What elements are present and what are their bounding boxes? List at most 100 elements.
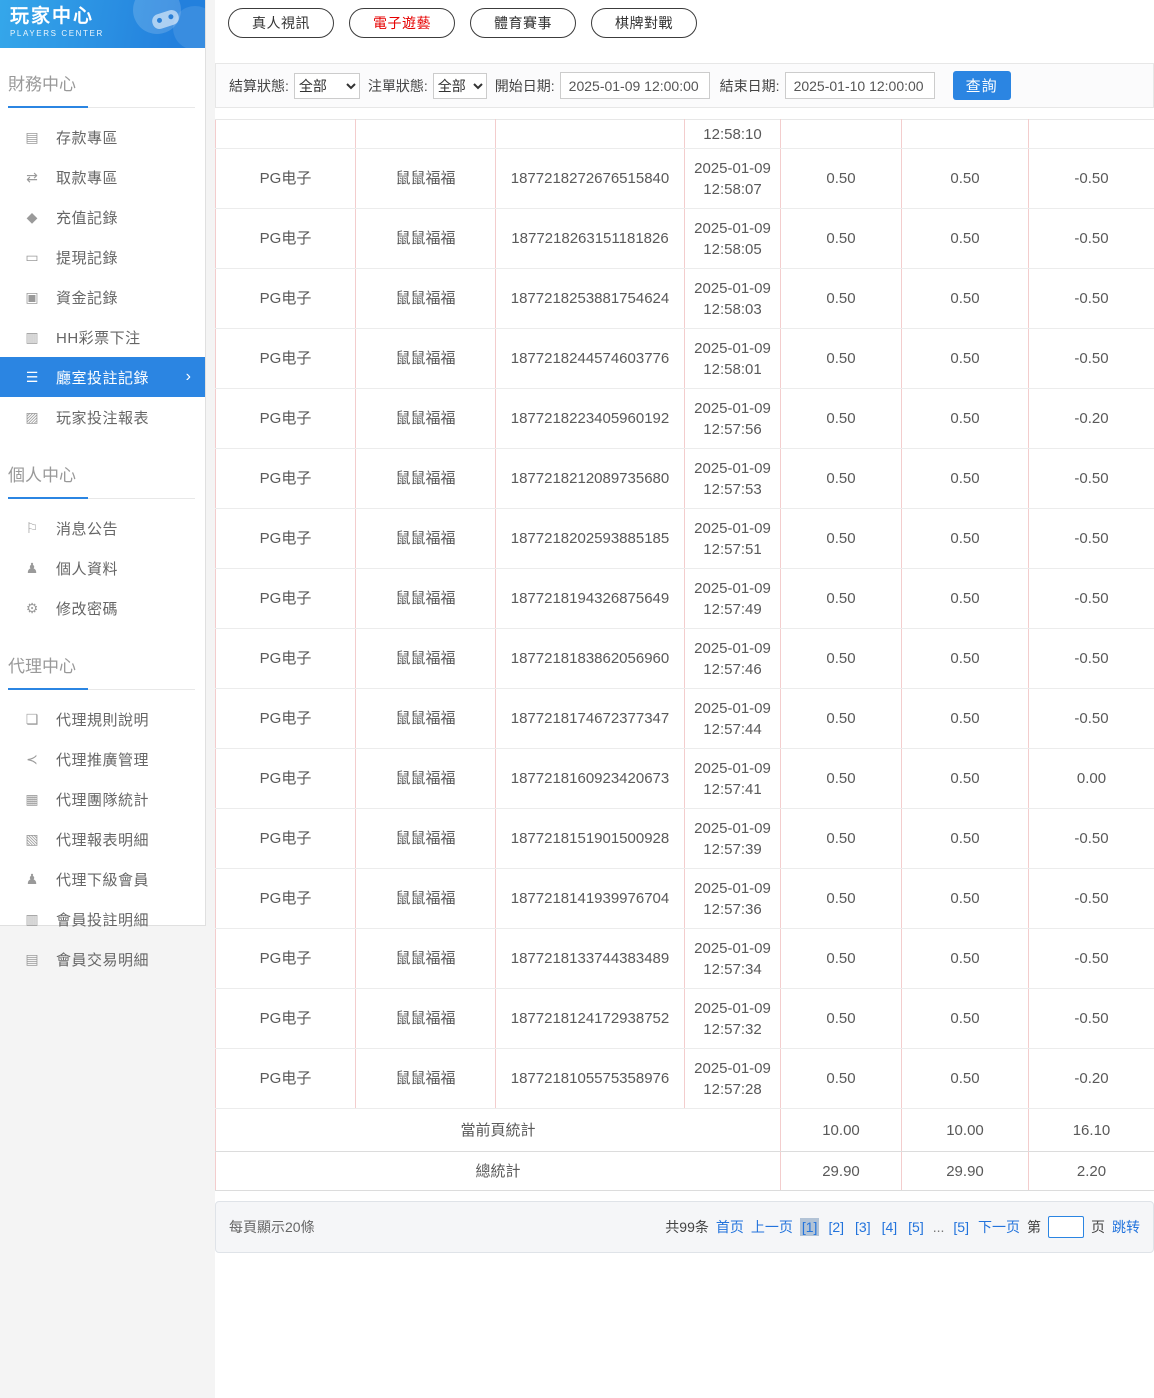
sidebar-item[interactable]: ☰ 廳室投註記錄 › [0, 357, 205, 397]
total-summary-row: 總統計 29.90 29.90 2.20 [215, 1151, 1154, 1191]
cell-bet-time: 2025-01-09 12:57:51 [684, 508, 781, 569]
page-summary-row: 當前頁統計 10.00 10.00 16.10 [215, 1108, 1154, 1152]
page-jump-input[interactable] [1048, 1216, 1084, 1238]
table-row: PG电子 鼠鼠福福 1877218212089735680 2025-01-09… [215, 448, 1154, 509]
page-link-2[interactable]: [2] [826, 1218, 846, 1236]
cell-bet-time: 2025-01-09 12:57:36 [684, 868, 781, 929]
cell-bet-amount: 0.50 [780, 808, 902, 869]
cell-valid-bet: 0.50 [901, 928, 1029, 989]
tab-sports-events[interactable]: 體育賽事 [470, 8, 576, 38]
page-link-1[interactable]: [1] [799, 1218, 820, 1236]
sidebar-item[interactable]: ⚐ 消息公告 [0, 508, 205, 548]
sidebar-item[interactable]: ▥ HH彩票下注 [0, 317, 205, 357]
sidebar-item-icon: ♟ [25, 870, 39, 887]
settle-status-select[interactable]: 全部 [293, 72, 360, 99]
sidebar-item-label: 充值記錄 [56, 209, 119, 227]
cell-game-name: 鼠鼠福福 [355, 508, 496, 569]
table-row: PG电子 鼠鼠福福 1877218194326875649 2025-01-09… [215, 568, 1154, 629]
sidebar-item-icon: ▦ [25, 790, 39, 807]
cell-order-number: 1877218202593885185 [495, 508, 685, 569]
table-row: PG电子 鼠鼠福福 1877218133744383489 2025-01-09… [215, 928, 1154, 989]
next-page-link[interactable]: 下一页 [978, 1217, 1020, 1237]
end-date-label: 結束日期: [719, 77, 780, 94]
app-logo: 玩家中心 PLAYERS CENTER [0, 0, 205, 48]
sidebar-item-icon: ❏ [25, 710, 39, 727]
sidebar-item-label: 代理報表明細 [56, 831, 150, 849]
sidebar-item-label: 個人資料 [56, 560, 119, 578]
cell-order-number: 1877218151901500928 [495, 808, 685, 869]
end-date-input[interactable] [784, 72, 935, 99]
per-page-label: 每頁顯示20條 [229, 1219, 315, 1235]
cell-platform: PG电子 [215, 1048, 356, 1109]
sidebar-item[interactable]: ♟ 代理下級會員 [0, 859, 205, 899]
sidebar-item[interactable]: ▥ 會員投註明細 [0, 899, 205, 939]
cell-valid-bet: 0.50 [901, 1048, 1029, 1109]
sidebar-item[interactable]: ▧ 代理報表明細 [0, 819, 205, 859]
cell-profit: -0.50 [1028, 928, 1154, 989]
page-link-4[interactable]: [4] [880, 1218, 900, 1236]
cell-bet-time: 2025-01-09 12:57:34 [684, 928, 781, 989]
sidebar-item[interactable]: ▤ 存款專區 [0, 117, 205, 157]
page-link-5[interactable]: [5] [906, 1218, 926, 1236]
page-link-last[interactable]: [5] [951, 1218, 971, 1236]
cell-bet-amount: 0.50 [780, 328, 902, 389]
sidebar-item-label: 修改密碼 [56, 600, 119, 618]
cell-profit: -0.50 [1028, 568, 1154, 629]
table-row: PG电子 鼠鼠福福 1877218105575358976 2025-01-09… [215, 1048, 1154, 1109]
cell-game-name: 鼠鼠福福 [355, 268, 496, 329]
tab-electronic-games[interactable]: 電子遊藝 [349, 8, 455, 38]
sidebar-item-label: 資金記錄 [56, 289, 119, 307]
sidebar-item-label: HH彩票下注 [56, 329, 141, 347]
cell-bet-amount: 0.50 [780, 688, 902, 749]
cell-valid-bet: 0.50 [901, 868, 1029, 929]
sidebar-item[interactable]: ▣ 資金記錄 [0, 277, 205, 317]
cell-bet-time: 2025-01-09 12:57:44 [684, 688, 781, 749]
sidebar-item[interactable]: ♟ 個人資料 [0, 548, 205, 588]
cell-game-name: 鼠鼠福福 [355, 388, 496, 449]
page-summary-valid: 10.00 [901, 1108, 1029, 1152]
sidebar-item[interactable]: ▭ 提現記錄 [0, 237, 205, 277]
first-page-link[interactable]: 首页 [716, 1217, 744, 1237]
cell-platform: PG电子 [215, 748, 356, 809]
order-status-select[interactable]: 全部 [432, 72, 487, 99]
cell-valid-bet: 0.50 [901, 388, 1029, 449]
sidebar-item-icon: ▥ [25, 328, 39, 345]
cell-profit: -0.50 [1028, 688, 1154, 749]
query-button[interactable]: 查詢 [952, 71, 1011, 100]
sidebar-item[interactable]: ≺ 代理推廣管理 [0, 739, 205, 779]
sidebar-item-icon: ≺ [26, 750, 38, 767]
total-summary-label: 總統計 [215, 1151, 781, 1191]
jump-button[interactable]: 跳转 [1112, 1217, 1140, 1237]
tab-live-video[interactable]: 真人視訊 [228, 8, 334, 38]
cell-game-name: 鼠鼠福福 [355, 688, 496, 749]
sidebar-item[interactable]: ▨ 玩家投注報表 [0, 397, 205, 437]
start-date-input[interactable] [559, 72, 710, 99]
sidebar-item[interactable]: ◆ 充值記錄 [0, 197, 205, 237]
sidebar-item[interactable]: ❏ 代理規則說明 [0, 699, 205, 739]
tab-board-games[interactable]: 棋牌對戰 [591, 8, 697, 38]
sidebar-item[interactable]: ⚙ 修改密碼 [0, 588, 205, 628]
start-date-label: 開始日期: [494, 77, 555, 94]
sidebar-item-icon: ☰ [25, 368, 39, 385]
prev-page-link[interactable]: 上一页 [751, 1217, 793, 1237]
cell-bet-time: 2025-01-09 12:57:32 [684, 988, 781, 1049]
sidebar-item-icon: ▤ [25, 950, 39, 967]
sidebar-item-icon: ⇄ [26, 168, 38, 185]
sidebar-item[interactable]: ▤ 會員交易明細 [0, 939, 205, 979]
cell-bet-time: 2025-01-09 12:57:56 [684, 388, 781, 449]
logo-circle-decoration [173, 6, 205, 48]
sidebar-item[interactable]: ▦ 代理團隊統計 [0, 779, 205, 819]
cell-bet-time: 2025-01-09 12:58:07 [684, 148, 781, 209]
cell-platform: PG电子 [215, 688, 356, 749]
chevron-right-icon: › [185, 368, 191, 385]
cell-bet-amount: 0.50 [780, 868, 902, 929]
sidebar-item-label: 玩家投注報表 [56, 409, 150, 427]
sidebar-item[interactable]: ⇄ 取款專區 [0, 157, 205, 197]
page-link-3[interactable]: [3] [853, 1218, 873, 1236]
sidebar-item-label: 代理規則說明 [56, 711, 150, 729]
jump-suffix-label: 页 [1091, 1219, 1105, 1235]
cell-game-name: 鼠鼠福福 [355, 568, 496, 629]
cell-profit: -0.50 [1028, 148, 1154, 209]
cell-game-name: 鼠鼠福福 [355, 208, 496, 269]
cell-game-name: 鼠鼠福福 [355, 988, 496, 1049]
